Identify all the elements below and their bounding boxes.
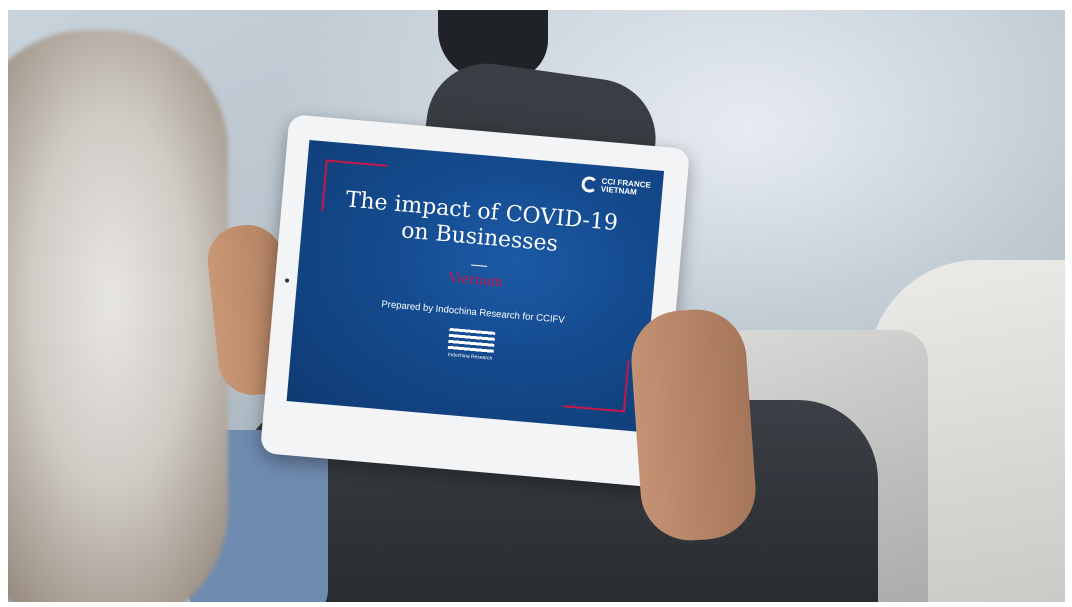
- tablet: CCI FRANCE VIETNAM The impact of COVID-1…: [259, 114, 691, 488]
- cci-logo-icon: [580, 175, 598, 194]
- slide-title: The impact of COVID-19 on Businesses: [301, 184, 660, 267]
- indochina-research-logo-icon: [447, 327, 496, 354]
- cci-logo: CCI FRANCE VIETNAM: [580, 175, 651, 198]
- tablet-camera: [284, 278, 290, 283]
- photo: CCI FRANCE VIETNAM The impact of COVID-1…: [8, 10, 1065, 602]
- man-head: [8, 30, 228, 602]
- corner-accent-bottom-right: [563, 355, 630, 413]
- indochina-research-logo: Indochina Research: [440, 327, 501, 368]
- tablet-screen: CCI FRANCE VIETNAM The impact of COVID-1…: [286, 139, 665, 432]
- right-hand: [628, 306, 759, 544]
- title-divider: [471, 264, 488, 267]
